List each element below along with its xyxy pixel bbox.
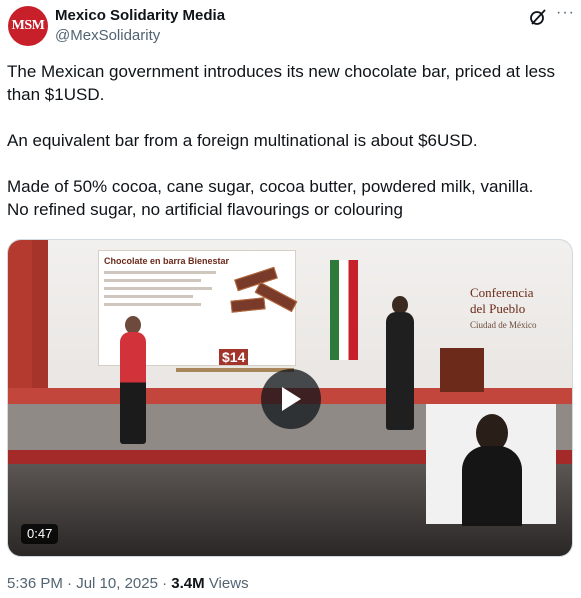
- play-icon: [282, 387, 301, 411]
- tweet-paragraph-1: The Mexican government introduces its ne…: [7, 62, 556, 104]
- tweet-paragraph-2: An equivalent bar from a foreign multina…: [7, 131, 478, 150]
- speaker-person: [386, 312, 414, 430]
- banner-line-3: Ciudad de México: [470, 320, 537, 330]
- poster-price: $14: [219, 349, 249, 365]
- video-duration: 0:47: [21, 524, 59, 544]
- presenter-person: [120, 332, 146, 444]
- play-button[interactable]: [261, 369, 321, 429]
- tweet-header: MSM Mexico Solidarity Media @MexSolidari…: [8, 4, 576, 48]
- tweet-text: The Mexican government introduces its ne…: [7, 60, 575, 221]
- red-pillar: [8, 240, 34, 410]
- author-handle[interactable]: @MexSolidarity: [55, 27, 160, 44]
- avatar[interactable]: MSM: [8, 6, 48, 46]
- tweet-paragraph-4: No refined sugar, no artificial flavouri…: [7, 200, 403, 219]
- podium: [440, 348, 484, 392]
- video-player[interactable]: Chocolate en barra Bienestar $14 Confere…: [7, 239, 573, 557]
- meta-separator: ·: [67, 575, 73, 592]
- banner-line-2: del Pueblo: [470, 301, 526, 316]
- mexican-flag: [330, 260, 358, 360]
- tweet-date[interactable]: Jul 10, 2025: [76, 575, 158, 592]
- views-count[interactable]: 3.4M: [171, 575, 204, 592]
- meta-separator: ·: [162, 575, 168, 592]
- tweet-time[interactable]: 5:36 PM: [7, 575, 63, 592]
- grok-icon[interactable]: [528, 7, 548, 27]
- tweet-paragraph-3: Made of 50% cocoa, cane sugar, cocoa but…: [7, 177, 534, 196]
- sign-language-interpreter: [426, 404, 556, 526]
- grok-icon-graphic: [530, 9, 546, 25]
- conference-banner: Conferencia del Pueblo Ciudad de México: [470, 285, 537, 330]
- views-label: Views: [208, 575, 249, 592]
- tweet-meta: 5:36 PM · Jul 10, 2025 · 3.4M Views: [7, 575, 249, 592]
- author-name[interactable]: Mexico Solidarity Media: [55, 7, 225, 24]
- chocolate-bar-image: [230, 297, 266, 313]
- poster-title: Chocolate en barra Bienestar: [104, 256, 230, 266]
- banner-line-1: Conferencia: [470, 285, 534, 300]
- more-icon[interactable]: ···: [556, 5, 576, 25]
